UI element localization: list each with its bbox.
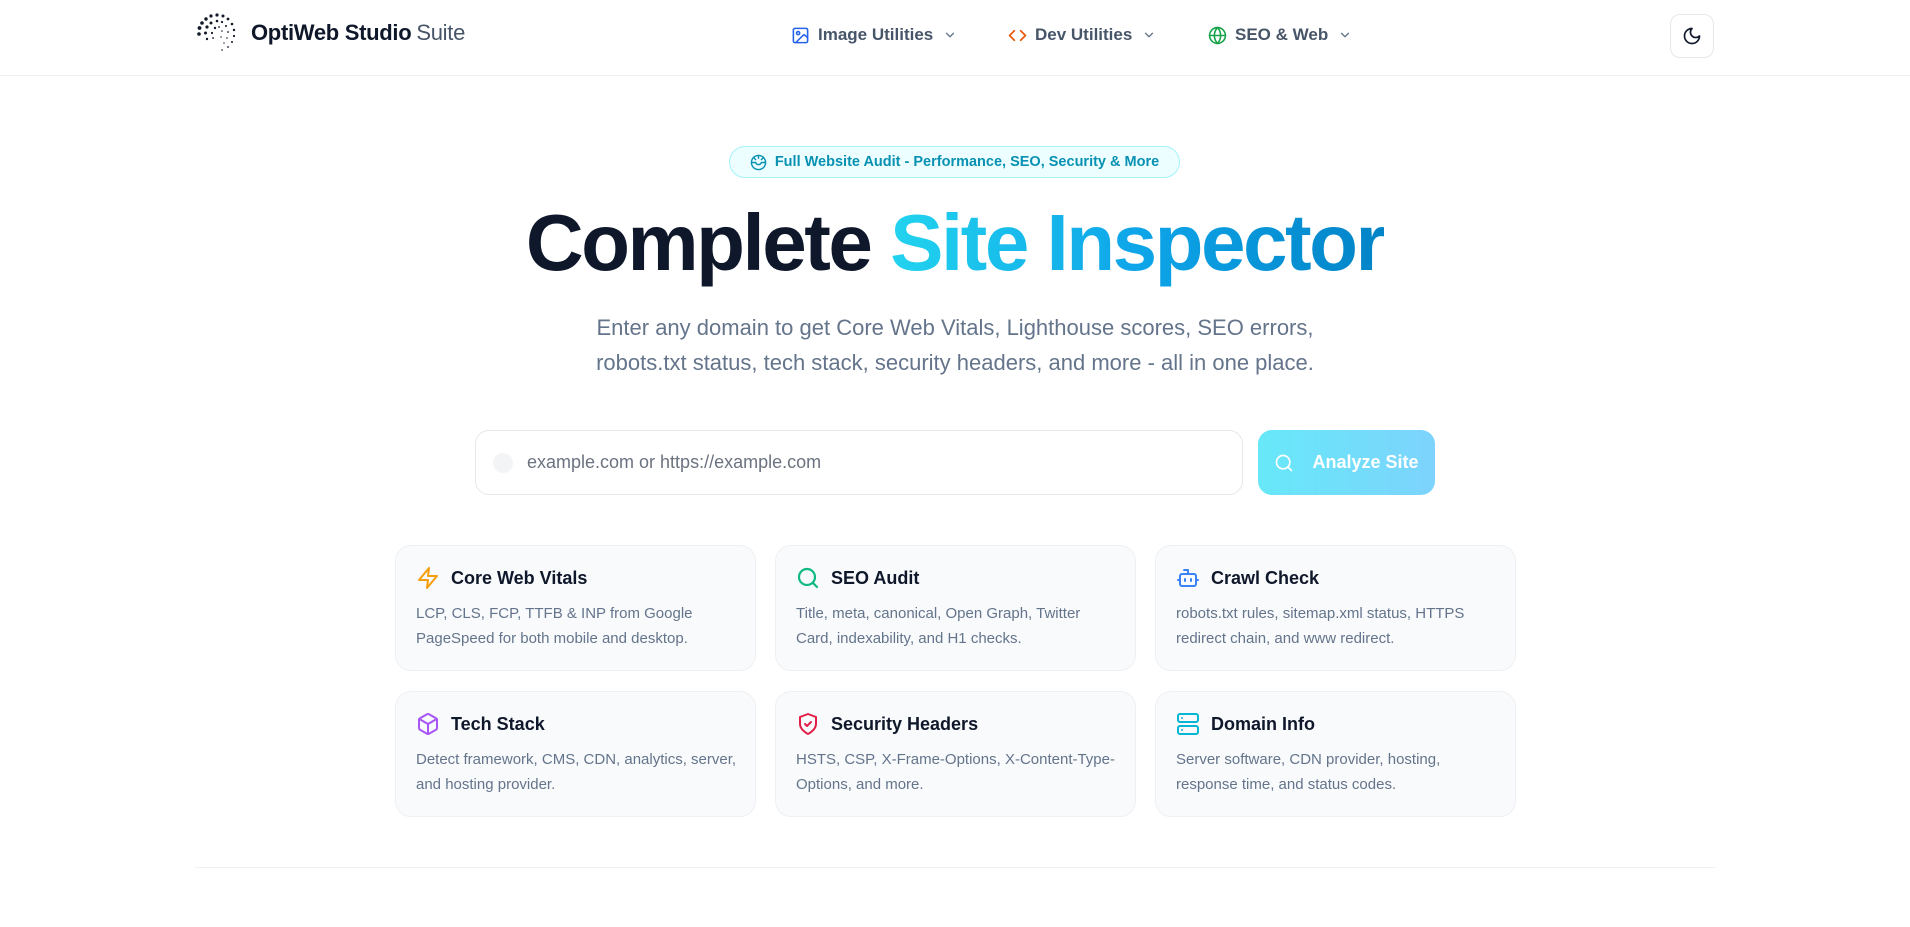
subtitle-line-2: robots.txt status, tech stack, security … <box>596 350 1314 375</box>
badge-text: Full Website Audit - Performance, SEO, S… <box>774 154 1160 170</box>
code-icon <box>1008 29 1027 41</box>
nav-seo-web[interactable]: SEO & Web <box>1208 20 1352 50</box>
moon-icon <box>1683 27 1701 45</box>
card-description: Server software, CDN provider, hosting, … <box>1176 751 1441 793</box>
feature-card-crawl-check: Crawl Check robots.txt rules, sitemap.xm… <box>1155 545 1516 671</box>
nav-label: Image Utilities <box>818 25 934 44</box>
top-navbar: OptiWeb Studio Suite Image Utilities Dev… <box>0 0 1910 76</box>
card-title: Security Headers <box>831 714 979 734</box>
domain-input[interactable] <box>527 452 1207 473</box>
nav-label: Dev Utilities <box>1035 25 1133 44</box>
globe-icon <box>1208 26 1227 44</box>
theme-toggle-button[interactable] <box>1670 14 1714 58</box>
page-subtitle: Enter any domain to get Core Web Vitals,… <box>455 310 1455 380</box>
card-description: Title, meta, canonical, Open Graph, Twit… <box>796 605 1081 647</box>
card-description: robots.txt rules, sitemap.xml status, HT… <box>1176 605 1465 647</box>
input-globe-icon <box>493 452 513 473</box>
feature-card-core-web-vitals: Core Web Vitals LCP, CLS, FCP, TTFB & IN… <box>395 545 756 671</box>
nav-label: SEO & Web <box>1235 25 1329 44</box>
card-title: Core Web Vitals <box>451 568 588 588</box>
analyze-site-button[interactable]: Analyze Site <box>1258 430 1435 495</box>
subtitle-line-1: Enter any domain to get Core Web Vitals,… <box>596 315 1314 340</box>
card-title: Crawl Check <box>1211 568 1320 588</box>
logo-spiral-icon <box>197 13 236 51</box>
audit-badge: Full Website Audit - Performance, SEO, S… <box>729 146 1180 178</box>
search-icon <box>797 567 819 589</box>
title-part-dark: Complete <box>525 198 873 287</box>
feature-card-tech-stack: Tech Stack Detect framework, CMS, CDN, a… <box>395 691 756 817</box>
nav-image-utilities[interactable]: Image Utilities <box>791 20 957 50</box>
globe-network-icon <box>750 154 767 170</box>
card-description: Detect framework, CMS, CDN, analytics, s… <box>416 751 737 793</box>
brand-logo[interactable]: OptiWeb Studio Suite <box>195 11 465 55</box>
bot-icon <box>1177 569 1199 587</box>
page-title: Complete Site Inspector <box>0 195 1910 291</box>
brand-suffix: Suite <box>416 20 466 45</box>
feature-card-seo-audit: SEO Audit Title, meta, canonical, Open G… <box>775 545 1136 671</box>
search-icon <box>1276 454 1293 471</box>
brand-name: OptiWeb Studio <box>251 20 412 45</box>
feature-card-domain-info: Domain Info Server software, CDN provide… <box>1155 691 1516 817</box>
domain-search-box <box>475 430 1243 495</box>
image-icon <box>792 27 809 43</box>
card-description: HSTS, CSP, X-Frame-Options, X-Content-Ty… <box>796 751 1115 793</box>
zap-icon <box>418 567 438 589</box>
chevron-down-icon <box>1145 32 1154 38</box>
analyze-button-label: Analyze Site <box>1312 452 1419 472</box>
chevron-down-icon <box>1341 32 1350 38</box>
shield-check-icon <box>799 713 817 735</box>
title-part-accent: Site Inspector <box>890 198 1387 287</box>
card-description: LCP, CLS, FCP, TTFB & INP from Google Pa… <box>416 605 693 647</box>
server-icon <box>1177 713 1199 735</box>
section-divider <box>195 867 1715 868</box>
card-title: Domain Info <box>1211 714 1315 734</box>
feature-card-security-headers: Security Headers HSTS, CSP, X-Frame-Opti… <box>775 691 1136 817</box>
card-title: SEO Audit <box>831 568 920 588</box>
box-icon <box>418 713 438 735</box>
chevron-down-icon <box>946 32 955 38</box>
card-title: Tech Stack <box>451 714 545 734</box>
nav-dev-utilities[interactable]: Dev Utilities <box>1008 20 1156 50</box>
